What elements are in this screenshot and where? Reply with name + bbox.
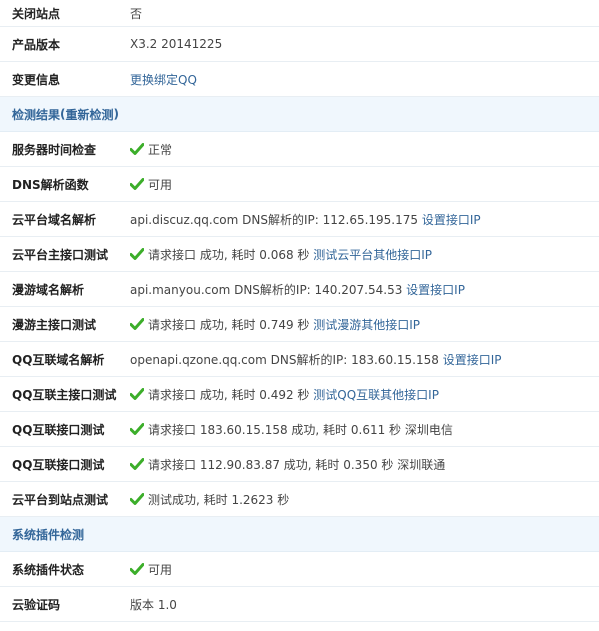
row-label: QQ互联接口测试: [12, 457, 105, 472]
result-row: QQ互联接口测试 请求接口 112.90.83.87 成功, 耗时 0.350 秒…: [0, 447, 599, 482]
result-row: 云验证码 版本 1.0: [0, 587, 599, 622]
row-label: QQ互联主接口测试: [12, 387, 117, 402]
check-icon: [130, 142, 144, 155]
result-text: openapi.qzone.qq.com DNS解析的IP: 183.60.15…: [130, 352, 439, 367]
row-value: 请求接口 112.90.83.87 成功, 耗时 0.350 秒 深圳联通: [130, 456, 599, 473]
result-row: 服务器时间检查 正常: [0, 132, 599, 167]
row-value: 否: [130, 6, 143, 21]
result-row: DNS解析函数 可用: [0, 167, 599, 202]
row-value: 可用: [130, 176, 599, 193]
result-text: api.manyou.com DNS解析的IP: 140.207.54.53: [130, 282, 403, 297]
check-icon: [130, 177, 144, 190]
row-label: 产品版本: [12, 37, 61, 52]
info-row-change-info: 变更信息 更换绑定QQ: [0, 62, 599, 97]
result-text: 请求接口 183.60.15.158 成功, 耗时 0.611 秒 深圳电信: [148, 422, 453, 437]
row-value: api.manyou.com DNS解析的IP: 140.207.54.53 设…: [130, 281, 599, 298]
row-label: 服务器时间检查: [12, 142, 97, 157]
info-row-product-version: 产品版本 X3.2 20141225: [0, 27, 599, 62]
result-row: QQ互联域名解析 openapi.qzone.qq.com DNS解析的IP: 1…: [0, 342, 599, 377]
check-icon: [130, 457, 144, 470]
result-row: 云平台到站点测试 测试成功, 耗时 1.2623 秒: [0, 482, 599, 517]
section-header-plugin-check: 系统插件检测: [0, 517, 599, 552]
row-value: 测试成功, 耗时 1.2623 秒: [130, 491, 599, 508]
result-text: 请求接口 成功, 耗时 0.492 秒: [148, 387, 310, 402]
cloud-diagnostics-table: 关闭站点 否 产品版本 X3.2 20141225 变更信息 更换绑定QQ 检测…: [0, 0, 599, 622]
row-label: QQ互联接口测试: [12, 422, 105, 437]
check-icon: [130, 422, 144, 435]
result-action-link[interactable]: 设置接口IP: [443, 353, 502, 367]
row-label: DNS解析函数: [12, 177, 89, 192]
row-value: 版本 1.0: [130, 596, 599, 613]
result-text: 版本 1.0: [130, 597, 177, 612]
result-row: 云平台主接口测试 请求接口 成功, 耗时 0.068 秒 测试云平台其他接口IP: [0, 237, 599, 272]
row-label: 云平台主接口测试: [12, 247, 109, 262]
result-row: QQ互联主接口测试 请求接口 成功, 耗时 0.492 秒 测试QQ互联其他接口I…: [0, 377, 599, 412]
row-label: 变更信息: [12, 72, 61, 87]
section-title: 检测结果: [12, 107, 61, 122]
result-row: 漫游主接口测试 请求接口 成功, 耗时 0.749 秒 测试漫游其他接口IP: [0, 307, 599, 342]
check-icon: [130, 317, 144, 330]
row-label: 云平台到站点测试: [12, 492, 109, 507]
result-text: 可用: [148, 562, 173, 577]
row-label: 漫游主接口测试: [12, 317, 97, 332]
section-title: 系统插件检测: [12, 527, 85, 542]
result-row: 系统插件状态 可用: [0, 552, 599, 587]
result-action-link[interactable]: 测试QQ互联其他接口IP: [313, 388, 439, 402]
check-icon: [130, 247, 144, 260]
result-text: 测试成功, 耗时 1.2623 秒: [148, 492, 290, 507]
row-label: QQ互联域名解析: [12, 352, 105, 367]
result-text: api.discuz.qq.com DNS解析的IP: 112.65.195.1…: [130, 212, 419, 227]
info-row-site-closed: 关闭站点 否: [0, 0, 599, 27]
result-action-link[interactable]: 设置接口IP: [406, 283, 465, 297]
check-results-list: 服务器时间检查 正常 DNS解析函数 可用云平台域名解析 api.discuz.qq.c…: [0, 132, 599, 517]
row-value: 可用: [130, 561, 599, 578]
result-text: 正常: [148, 142, 173, 157]
result-action-link[interactable]: 测试漫游其他接口IP: [313, 318, 420, 332]
check-icon: [130, 492, 144, 505]
result-text: 可用: [148, 177, 173, 192]
section-header-check-results: 检测结果(重新检测): [0, 97, 599, 132]
result-action-link[interactable]: 测试云平台其他接口IP: [313, 248, 432, 262]
row-label: 云验证码: [12, 597, 61, 612]
row-value: 请求接口 成功, 耗时 0.492 秒 测试QQ互联其他接口IP: [130, 386, 599, 403]
row-label: 关闭站点: [12, 6, 61, 21]
row-value: 更换绑定QQ: [130, 71, 599, 88]
row-label: 云平台域名解析: [12, 212, 97, 227]
result-row: QQ互联接口测试 请求接口 183.60.15.158 成功, 耗时 0.611 …: [0, 412, 599, 447]
row-value: 请求接口 成功, 耗时 0.749 秒 测试漫游其他接口IP: [130, 316, 599, 333]
row-value: 正常: [130, 141, 599, 158]
change-bound-qq-link[interactable]: 更换绑定QQ: [130, 73, 197, 87]
row-value: 请求接口 183.60.15.158 成功, 耗时 0.611 秒 深圳电信: [130, 421, 599, 438]
result-action-link[interactable]: 设置接口IP: [422, 213, 481, 227]
row-value: openapi.qzone.qq.com DNS解析的IP: 183.60.15…: [130, 351, 599, 368]
row-label: 漫游域名解析: [12, 282, 85, 297]
result-row: 漫游域名解析 api.manyou.com DNS解析的IP: 140.207.5…: [0, 272, 599, 307]
row-label: 系统插件状态: [12, 562, 85, 577]
result-text: 请求接口 成功, 耗时 0.749 秒: [148, 317, 310, 332]
recheck-link[interactable]: 重新检测: [66, 106, 114, 123]
result-text: 请求接口 112.90.83.87 成功, 耗时 0.350 秒 深圳联通: [148, 457, 446, 472]
plugin-results-list: 系统插件状态 可用云验证码 版本 1.0: [0, 552, 599, 622]
check-icon: [130, 387, 144, 400]
paren-close: ): [113, 107, 119, 121]
result-row: 云平台域名解析 api.discuz.qq.com DNS解析的IP: 112.6…: [0, 202, 599, 237]
row-value: 请求接口 成功, 耗时 0.068 秒 测试云平台其他接口IP: [130, 246, 599, 263]
result-text: 请求接口 成功, 耗时 0.068 秒: [148, 247, 310, 262]
row-value: X3.2 20141225: [130, 37, 223, 51]
check-icon: [130, 562, 144, 575]
row-value: api.discuz.qq.com DNS解析的IP: 112.65.195.1…: [130, 211, 599, 228]
